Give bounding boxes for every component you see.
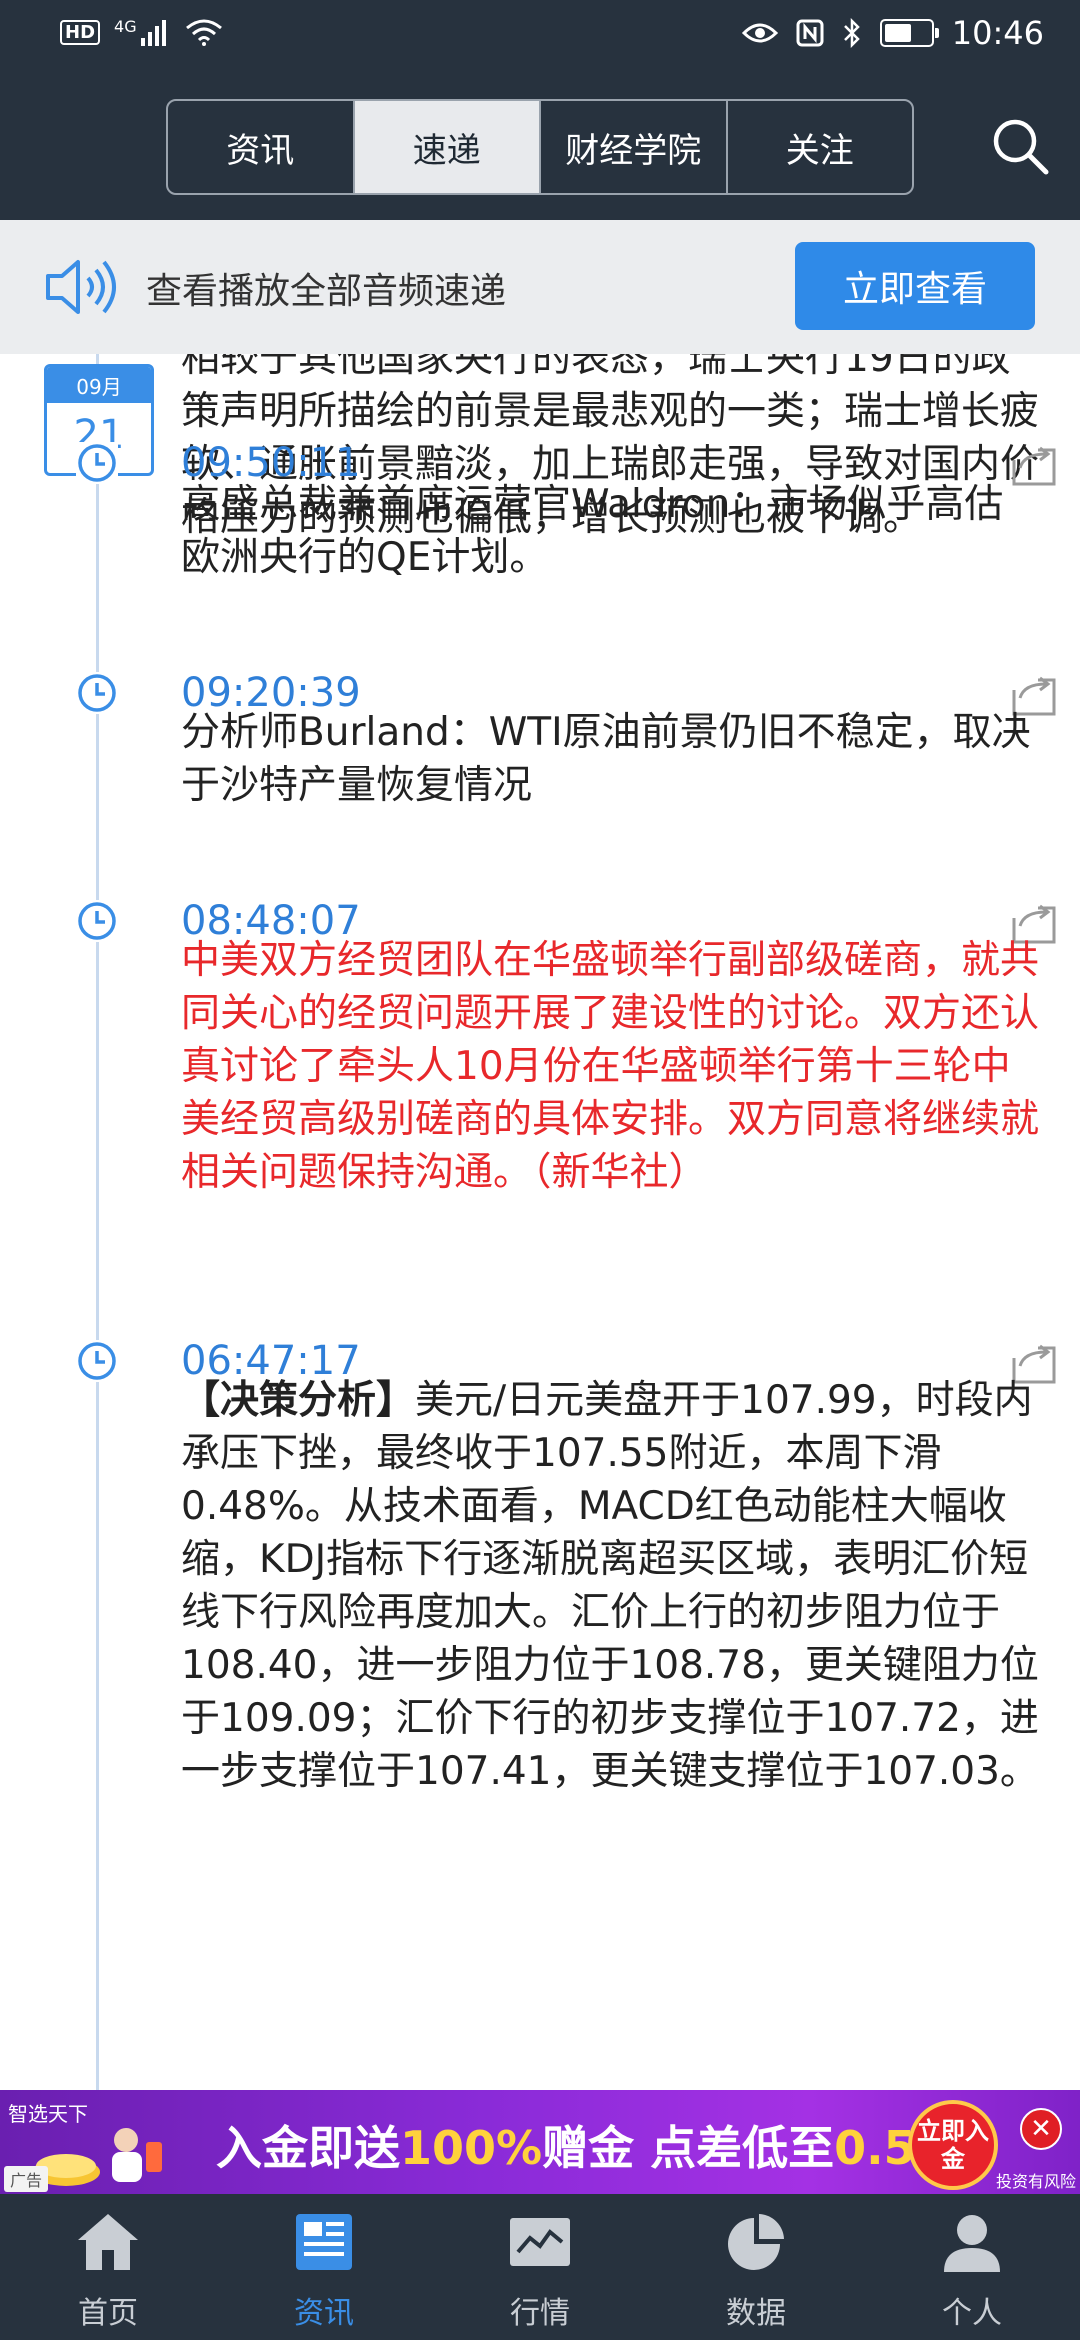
analysis-body: 美元/日元美盘开于107.99，时段内承压下挫，最终收于107.55附近，本周下… <box>181 1378 1039 1794</box>
ad-tag: 广告 <box>4 2166 49 2192</box>
tab-finance-academy[interactable]: 财经学院 <box>541 101 728 193</box>
status-bar: HD 4G 10:46 <box>0 0 1080 76</box>
timeline-line <box>96 354 99 2090</box>
ad-headline-d: 0.5 <box>834 2121 916 2175</box>
network-type-label: 4G <box>114 16 137 36</box>
status-left: HD 4G <box>60 16 223 46</box>
nav-market[interactable]: 行情 <box>432 2194 648 2340</box>
speaker-icon <box>46 260 116 314</box>
ad-cta-button[interactable]: 立即入金 <box>908 2100 998 2190</box>
clock-icon <box>76 442 118 484</box>
chart-icon <box>510 2218 570 2266</box>
feed-item-text: 【决策分析】美元/日元美盘开于107.99，时段内承压下挫，最终收于107.55… <box>181 1374 1041 1798</box>
nav-data-label: 数据 <box>726 2296 786 2331</box>
search-icon[interactable] <box>990 116 1050 176</box>
hd-icon: HD <box>60 19 101 45</box>
nav-market-label: 行情 <box>510 2296 570 2331</box>
segment-tabs: 资讯 速递 财经学院 关注 <box>166 99 914 195</box>
ad-headline: 入金即送100%赠金 点差低至0.5 <box>216 2112 916 2178</box>
nav-profile[interactable]: 个人 <box>864 2194 1080 2340</box>
eye-icon <box>741 23 778 43</box>
wifi-icon <box>185 19 222 46</box>
news-feed[interactable]: 09月 21 相较于其他国家央行的表态，瑞士央行19日的政策声明所描绘的前景是最… <box>0 354 1080 2090</box>
user-icon <box>944 2215 1000 2272</box>
clock-icon <box>76 900 118 942</box>
ad-headline-c: 赠金 点差低至 <box>542 2121 835 2175</box>
feed-item-text: 分析师Burland：WTI原油前景仍旧不稳定，取决于沙特产量恢复情况 <box>181 710 1031 808</box>
date-month: 09月 <box>47 367 151 403</box>
bottom-navigation: 首页 资讯 行情 数据 个人 <box>0 2194 1080 2340</box>
ad-banner[interactable]: 智选天下 广告 入金即送100%赠金 点差低至0.5 立即入金 ✕ 投资有风险 <box>0 2090 1080 2194</box>
clock-icon <box>76 1340 118 1382</box>
bluetooth-icon <box>843 18 860 48</box>
tab-express[interactable]: 速递 <box>354 101 541 193</box>
news-icon <box>296 2214 352 2270</box>
ad-headline-a: 入金即送 <box>216 2121 400 2175</box>
ad-headline-b: 100% <box>400 2121 543 2175</box>
home-icon <box>78 2214 138 2270</box>
battery-icon <box>879 19 939 47</box>
top-navigation: 资讯 速递 财经学院 关注 <box>0 76 1080 220</box>
ad-illustration-icon <box>32 2128 162 2186</box>
view-now-button[interactable]: 立即查看 <box>795 242 1035 330</box>
pie-icon <box>728 2214 784 2270</box>
nav-data[interactable]: 数据 <box>648 2194 864 2340</box>
audio-banner: 查看播放全部音频速递 立即查看 <box>0 220 1080 354</box>
nav-news[interactable]: 资讯 <box>216 2194 432 2340</box>
nav-news-label: 资讯 <box>294 2296 354 2331</box>
analysis-tag: 【决策分析】 <box>181 1378 416 1423</box>
nav-home-label: 首页 <box>78 2296 138 2331</box>
nfc-icon <box>796 19 824 47</box>
clock-icon <box>76 672 118 714</box>
audio-banner-text: 查看播放全部音频速递 <box>146 271 507 312</box>
tab-news[interactable]: 资讯 <box>168 101 355 193</box>
nav-profile-label: 个人 <box>942 2296 1002 2331</box>
close-icon[interactable]: ✕ <box>1020 2108 1062 2150</box>
status-right: 10:46 <box>741 14 1044 52</box>
feed-item-text-highlight: 中美双方经贸团队在华盛顿举行副部级磋商，就共同关心的经贸问题开展了建设性的讨论。… <box>181 938 1040 1195</box>
tab-follow[interactable]: 关注 <box>728 101 913 193</box>
status-time: 10:46 <box>951 14 1044 52</box>
nav-home[interactable]: 首页 <box>0 2194 216 2340</box>
signal-icon <box>140 20 166 46</box>
ad-risk-note: 投资有风险 <box>995 2172 1076 2191</box>
feed-item-text: 高盛总裁兼首席运营官Waldron：市场似乎高估欧洲央行的QE计划。 <box>181 482 1004 580</box>
